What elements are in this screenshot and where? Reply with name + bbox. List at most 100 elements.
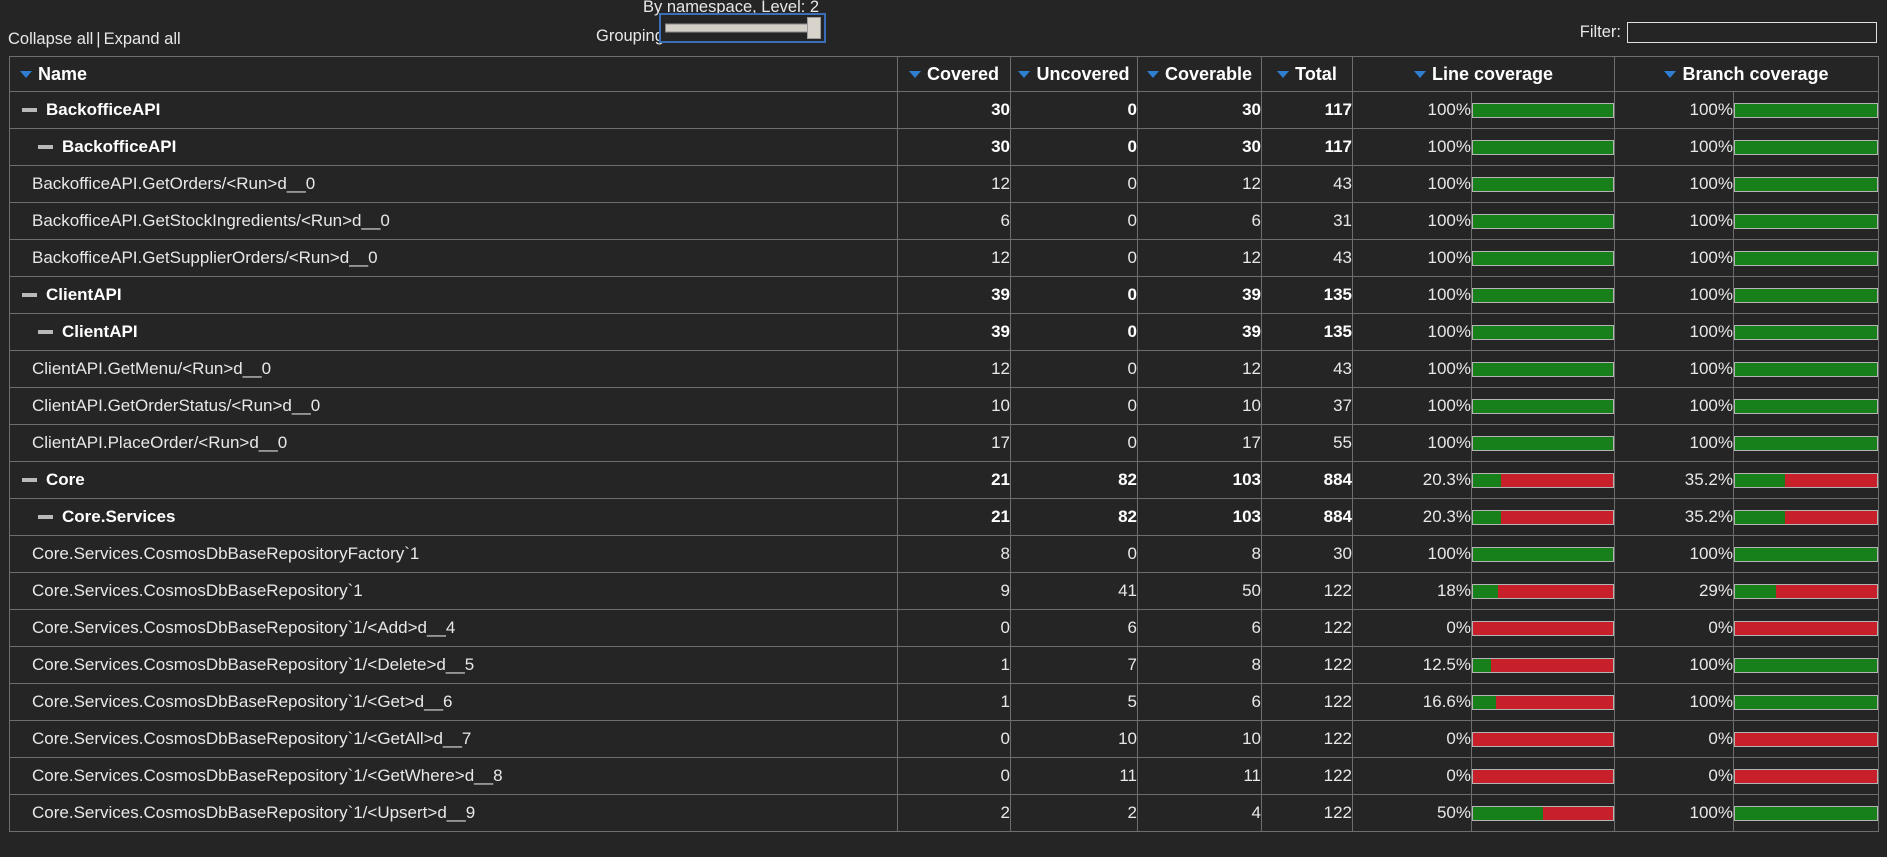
filter-input[interactable] xyxy=(1627,22,1877,43)
row-name-cell[interactable]: Core.Services.CosmosDbBaseRepository`1/<… xyxy=(9,757,898,795)
row-total-cell: 135 xyxy=(1261,276,1353,314)
table-row[interactable]: Core.Services.CosmosDbBaseRepository`1/<… xyxy=(9,720,1880,758)
row-name-cell[interactable]: Core.Services.CosmosDbBaseRepository`1/<… xyxy=(9,609,898,647)
sort-caret-icon[interactable] xyxy=(20,70,32,78)
sort-caret-icon[interactable] xyxy=(1277,70,1290,78)
row-name-cell[interactable]: BackofficeAPI.GetOrders/<Run>d__0 xyxy=(9,165,898,203)
row-name-label: ClientAPI.GetMenu/<Run>d__0 xyxy=(32,359,272,378)
table-row[interactable]: Core 21 82 103 884 20.3% 35.2% xyxy=(9,461,1880,499)
column-header-covered[interactable]: Covered xyxy=(897,56,1011,92)
line-coverage-bar-cell xyxy=(1471,424,1615,462)
column-header-uncovered[interactable]: Uncovered xyxy=(1010,56,1138,92)
column-header-line-coverage[interactable]: Line coverage xyxy=(1352,56,1615,92)
table-row[interactable]: Core.Services.CosmosDbBaseRepositoryFact… xyxy=(9,535,1880,573)
branch-coverage-bar-fill xyxy=(1735,399,1878,413)
collapse-minus-icon[interactable] xyxy=(22,478,37,482)
row-total-cell: 122 xyxy=(1261,572,1353,610)
table-row[interactable]: Core.Services.CosmosDbBaseRepository`1/<… xyxy=(9,794,1880,832)
table-row[interactable]: ClientAPI.GetOrderStatus/<Run>d__0 10 0 10 3… xyxy=(9,387,1880,425)
row-name-cell[interactable]: BackofficeAPI.GetStockIngredients/<Run>d… xyxy=(9,202,898,240)
column-header-total[interactable]: Total xyxy=(1261,56,1353,92)
row-name-cell[interactable]: Core.Services.CosmosDbBaseRepository`1/<… xyxy=(9,683,898,721)
branch-coverage-bar-fill xyxy=(1735,510,1785,524)
row-name-cell[interactable]: Core xyxy=(9,461,898,499)
table-row[interactable]: Core.Services.CosmosDbBaseRepository`1/<… xyxy=(9,757,1880,795)
table-row[interactable]: Core.Services.CosmosDbBaseRepository`1/<… xyxy=(9,646,1880,684)
table-row[interactable]: BackofficeAPI 30 0 30 117 100% 100% xyxy=(9,91,1880,129)
table-row[interactable]: BackofficeAPI.GetStockIngredients/<Run>d… xyxy=(9,202,1880,240)
line-coverage-bar-fill xyxy=(1473,251,1613,265)
row-name-cell[interactable]: ClientAPI.GetOrderStatus/<Run>d__0 xyxy=(9,387,898,425)
table-row[interactable]: BackofficeAPI.GetOrders/<Run>d__0 12 0 12 43… xyxy=(9,165,1880,203)
line-coverage-bar xyxy=(1472,361,1614,377)
grouping-slider[interactable] xyxy=(659,13,826,43)
collapse-minus-icon[interactable] xyxy=(22,293,37,297)
row-name-cell[interactable]: ClientAPI xyxy=(9,313,898,351)
collapse-all-link[interactable]: Collapse all xyxy=(8,30,93,48)
column-header-name-label: Name xyxy=(38,63,88,84)
row-name-label: Core.Services.CosmosDbBaseRepository`1/<… xyxy=(32,729,472,748)
row-name-cell[interactable]: BackofficeAPI.GetSupplierOrders/<Run>d__… xyxy=(9,239,898,277)
grouping-slider-thumb[interactable] xyxy=(807,17,821,39)
column-header-coverable[interactable]: Coverable xyxy=(1137,56,1262,92)
row-name-label: Core.Services.CosmosDbBaseRepository`1/<… xyxy=(32,766,503,785)
collapse-minus-icon[interactable] xyxy=(38,330,53,334)
branch-coverage-bar-fill xyxy=(1735,103,1878,117)
collapse-minus-icon[interactable] xyxy=(38,515,53,519)
collapse-minus-icon[interactable] xyxy=(22,108,37,112)
sort-caret-icon[interactable] xyxy=(1018,70,1031,78)
table-row[interactable]: ClientAPI 39 0 39 135 100% 100% xyxy=(9,313,1880,351)
row-name-label: BackofficeAPI xyxy=(46,100,161,119)
expand-all-link[interactable]: Expand all xyxy=(104,30,181,48)
collapse-minus-icon[interactable] xyxy=(38,145,53,149)
row-name-cell[interactable]: Core.Services.CosmosDbBaseRepository`1/<… xyxy=(9,720,898,758)
table-row[interactable]: BackofficeAPI.GetSupplierOrders/<Run>d__… xyxy=(9,239,1880,277)
row-name-cell[interactable]: BackofficeAPI xyxy=(9,91,898,129)
branch-coverage-bar xyxy=(1734,472,1878,488)
sort-caret-icon[interactable] xyxy=(908,70,921,78)
row-name-cell[interactable]: ClientAPI xyxy=(9,276,898,314)
table-row[interactable]: Core.Services.CosmosDbBaseRepository`1 9 4… xyxy=(9,572,1880,610)
row-coverable-cell: 6 xyxy=(1137,609,1262,647)
table-row[interactable]: ClientAPI.GetMenu/<Run>d__0 12 0 12 43 100% 10… xyxy=(9,350,1880,388)
sort-caret-icon[interactable] xyxy=(1146,70,1159,78)
line-coverage-bar-cell xyxy=(1471,313,1615,351)
grouping-slider-track[interactable] xyxy=(665,23,820,33)
row-name-cell[interactable]: Core.Services.CosmosDbBaseRepository`1/<… xyxy=(9,646,898,684)
table-row[interactable]: Core.Services 21 82 103 884 20.3% 35.2% xyxy=(9,498,1880,536)
row-covered-cell: 0 xyxy=(897,609,1011,647)
column-header-branch-coverage[interactable]: Branch coverage xyxy=(1613,56,1880,92)
row-branch-coverage-pct: 100% xyxy=(1614,350,1734,388)
table-row[interactable]: ClientAPI.PlaceOrder/<Run>d__0 17 0 17 55 100… xyxy=(9,424,1880,462)
sort-caret-icon[interactable] xyxy=(1413,70,1426,78)
row-name-cell[interactable]: Core.Services xyxy=(9,498,898,536)
row-name-label: BackofficeAPI.GetStockIngredients/<Run>d… xyxy=(32,211,390,230)
row-total-cell: 117 xyxy=(1261,91,1353,129)
row-coverable-cell: 103 xyxy=(1137,461,1262,499)
row-covered-cell: 39 xyxy=(897,313,1011,351)
row-coverable-cell: 103 xyxy=(1137,498,1262,536)
row-name-cell[interactable]: Core.Services.CosmosDbBaseRepository`1/<… xyxy=(9,794,898,832)
row-line-coverage-pct: 100% xyxy=(1352,128,1472,166)
row-name-cell[interactable]: ClientAPI.GetMenu/<Run>d__0 xyxy=(9,350,898,388)
table-row[interactable]: Core.Services.CosmosDbBaseRepository`1/<… xyxy=(9,683,1880,721)
table-row[interactable]: ClientAPI 39 0 39 135 100% 100% xyxy=(9,276,1880,314)
line-coverage-bar-cell xyxy=(1471,720,1615,758)
row-coverable-cell: 6 xyxy=(1137,202,1262,240)
table-row[interactable]: BackofficeAPI 30 0 30 117 100% 100% xyxy=(9,128,1880,166)
row-name-cell[interactable]: ClientAPI.PlaceOrder/<Run>d__0 xyxy=(9,424,898,462)
sort-caret-icon[interactable] xyxy=(1664,70,1677,78)
row-name-cell[interactable]: Core.Services.CosmosDbBaseRepository`1 xyxy=(9,572,898,610)
branch-coverage-bar-fill xyxy=(1735,547,1878,561)
column-header-name[interactable]: Name xyxy=(9,56,898,92)
branch-coverage-bar-fill xyxy=(1735,140,1878,154)
row-name-label: BackofficeAPI.GetSupplierOrders/<Run>d__… xyxy=(32,248,378,267)
table-row[interactable]: Core.Services.CosmosDbBaseRepository`1/<… xyxy=(9,609,1880,647)
branch-coverage-bar-fill xyxy=(1735,473,1785,487)
row-name-cell[interactable]: Core.Services.CosmosDbBaseRepositoryFact… xyxy=(9,535,898,573)
branch-coverage-bar-cell xyxy=(1732,461,1880,499)
row-name-cell[interactable]: BackofficeAPI xyxy=(9,128,898,166)
row-covered-cell: 12 xyxy=(897,239,1011,277)
row-uncovered-cell: 0 xyxy=(1010,239,1138,277)
row-coverable-cell: 12 xyxy=(1137,239,1262,277)
